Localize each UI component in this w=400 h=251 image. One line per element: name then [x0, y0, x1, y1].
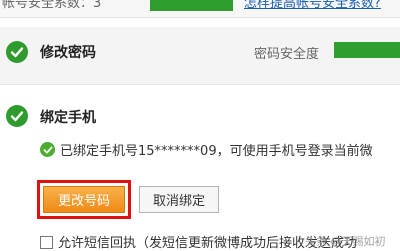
bound-phone-message: 已绑定手机号15*******09，可使用手机号登录当前微	[60, 144, 373, 159]
change-password-section: 修改密码 密码安全度	[0, 27, 400, 85]
check-circle-icon	[6, 105, 28, 127]
watermark: 头条 @天赐如初	[305, 235, 386, 248]
security-score-bar	[150, 0, 233, 11]
check-circle-icon	[6, 41, 28, 63]
unbind-button[interactable]: 取消绑定	[139, 186, 219, 213]
bind-phone-title: 绑定手机	[40, 110, 96, 126]
sms-receipt-checkbox[interactable]	[40, 236, 53, 249]
bind-phone-section: 绑定手机 已绑定手机号15*******09，可使用手机号登录当前微	[0, 94, 400, 250]
improve-security-link[interactable]: 怎样提高帐号安全系数?	[244, 0, 381, 12]
change-password-title[interactable]: 修改密码	[40, 42, 96, 62]
security-score-label: 帐号安全系数：3	[2, 0, 102, 11]
change-number-button[interactable]: 更改号码	[43, 186, 125, 213]
password-strength-label: 密码安全度	[254, 47, 320, 62]
password-strength-bar	[334, 42, 400, 58]
check-small-icon	[40, 142, 55, 157]
security-score-strip: 帐号安全系数：3 怎样提高帐号安全系数?	[0, 0, 400, 18]
